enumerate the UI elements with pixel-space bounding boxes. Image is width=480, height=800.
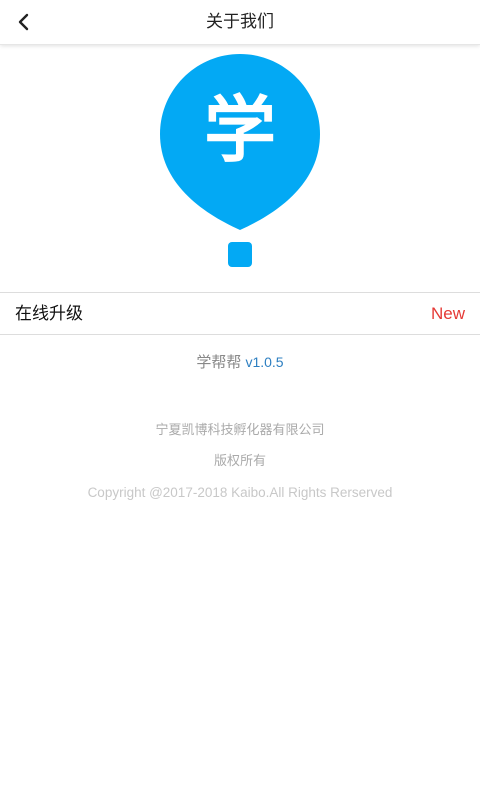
company-name: 宁夏凯博科技孵化器有限公司 (155, 423, 325, 438)
rights-reserved-text: 版权所有 (213, 454, 266, 469)
page-title: 关于我们 (206, 12, 274, 32)
copyright-text: Copyright @2017-2018 Kaibo.All Rights Re… (87, 485, 393, 500)
logo-glyph: 学 (203, 88, 276, 172)
online-upgrade-label: 在线升级 (15, 304, 83, 324)
app-version: v1.0.5 (245, 354, 284, 370)
new-badge: New (430, 304, 465, 323)
app-header: 关于我们 (0, 0, 480, 45)
app-version-info: 学帮帮 v1.0.5 (0, 350, 480, 374)
online-upgrade-row[interactable]: 在线升级 New (0, 292, 480, 335)
app-logo: 学 (160, 52, 320, 270)
app-name: 学帮帮 (196, 353, 242, 371)
